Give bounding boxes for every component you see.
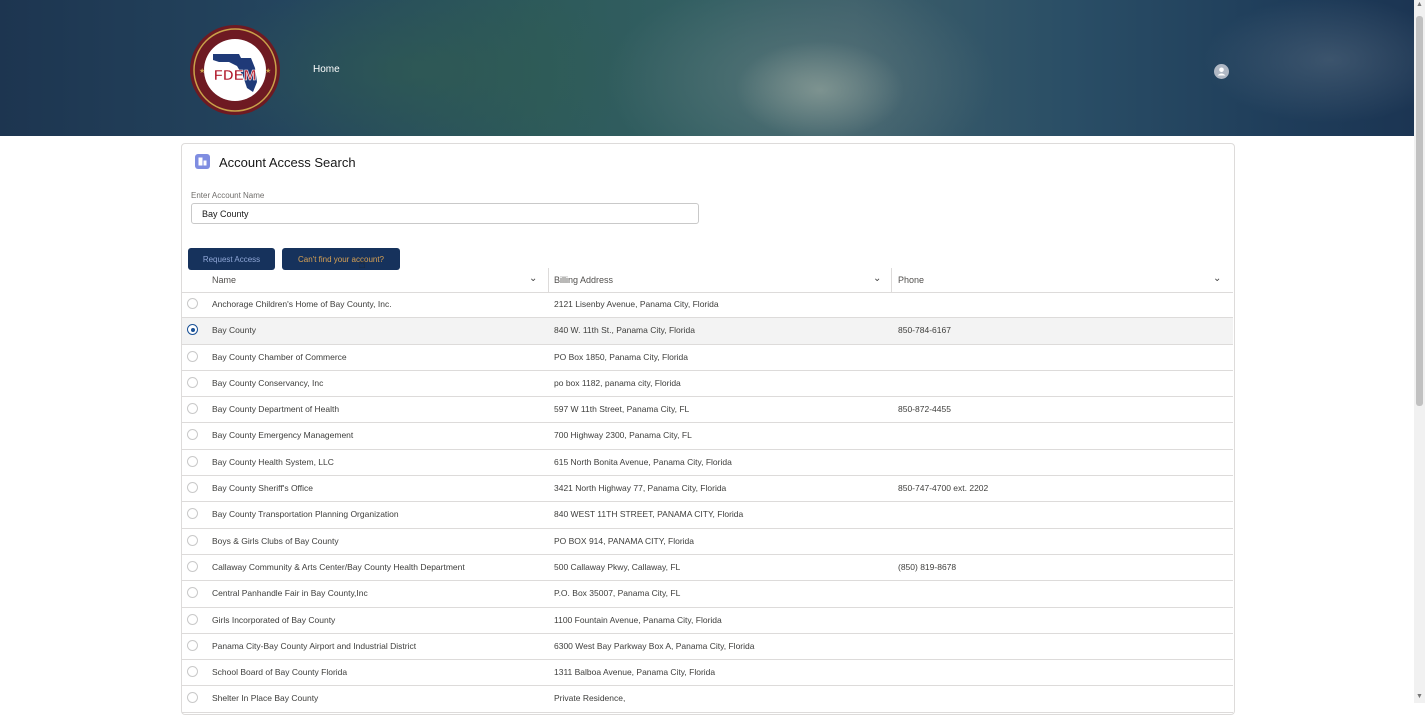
table-row[interactable]: Boys & Girls Clubs of Bay County PO BOX 9… — [182, 529, 1233, 555]
table-row[interactable]: Anchorage Children's Home of Bay County,… — [182, 292, 1233, 319]
account-name-cell: Bay County Emergency Management — [212, 430, 354, 441]
billing-address-cell: 840 W. 11th St., Panama City, Florida — [554, 325, 695, 336]
column-header-name[interactable]: Name — [212, 268, 236, 292]
account-name-cell: Bay County Conservancy, Inc — [212, 377, 324, 388]
scrollbar-thumb[interactable] — [1416, 16, 1423, 406]
row-select-radio[interactable] — [187, 560, 198, 572]
table-header: Name ⌄ Billing Address ⌄ Phone ⌄ — [182, 268, 1233, 293]
card-title: Account Access Search — [219, 155, 356, 170]
table-row[interactable]: Shelter In Place Bay County Private Resid… — [182, 686, 1233, 713]
chevron-down-icon[interactable]: ⌄ — [873, 273, 881, 284]
account-name-cell: Bay County Department of Health — [212, 404, 340, 415]
table-row[interactable]: Bay County 840 W. 11th St., Panama City, … — [182, 318, 1233, 345]
table-row[interactable]: Bay County Emergency Management 700 Highw… — [182, 423, 1233, 450]
row-select-radio[interactable] — [187, 324, 198, 336]
phone-cell: 850-872-4455 — [898, 404, 951, 415]
request-access-button[interactable]: Request Access — [188, 248, 275, 270]
table-row[interactable]: Callaway Community & Arts Center/Bay Cou… — [182, 555, 1233, 582]
account-access-icon — [195, 154, 210, 169]
svg-text:★: ★ — [265, 67, 271, 75]
account-name-cell: Boys & Girls Clubs of Bay County — [212, 535, 339, 546]
cant-find-account-button[interactable]: Can't find your account? — [282, 248, 400, 270]
table-row[interactable]: School Board of Bay County Florida 1311 B… — [182, 660, 1233, 687]
billing-address-cell: 500 Callaway Pkwy, Callaway, FL — [554, 561, 681, 572]
row-select-radio[interactable] — [187, 508, 198, 520]
fdem-logo[interactable]: FDEM ★ ★ — [189, 24, 281, 116]
account-name-cell: Panama City-Bay County Airport and Indus… — [212, 640, 417, 651]
row-select-radio[interactable] — [187, 639, 198, 651]
account-name-cell: Bay County Transportation Planning Organ… — [212, 509, 399, 520]
row-select-radio[interactable] — [187, 587, 198, 599]
scroll-down-arrow-icon[interactable]: ▼ — [1414, 692, 1425, 702]
account-name-cell: Bay County Health System, LLC — [212, 456, 334, 467]
table-row[interactable]: Bay County Chamber of Commerce PO Box 185… — [182, 345, 1233, 371]
row-select-radio[interactable] — [187, 482, 198, 494]
row-select-radio[interactable] — [187, 403, 198, 415]
table-row[interactable]: Bay County Conservancy, Inc po box 1182, … — [182, 371, 1233, 398]
row-select-radio[interactable] — [187, 455, 198, 467]
billing-address-cell: Private Residence, — [554, 693, 626, 704]
table-row[interactable]: Panama City-Bay County Airport and Indus… — [182, 634, 1233, 661]
results-table-body: Anchorage Children's Home of Bay County,… — [182, 292, 1233, 713]
user-avatar-icon[interactable] — [1214, 64, 1229, 79]
billing-address-cell: 6300 West Bay Parkway Box A, Panama City… — [554, 640, 755, 651]
billing-address-cell: PO Box 1850, Panama City, Florida — [554, 351, 689, 362]
scroll-up-arrow-icon[interactable]: ▲ — [1414, 0, 1425, 10]
column-header-phone[interactable]: Phone — [898, 268, 924, 292]
chevron-down-icon[interactable]: ⌄ — [1213, 273, 1221, 284]
phone-cell: 850-784-6167 — [898, 325, 951, 336]
account-name-cell: Anchorage Children's Home of Bay County,… — [212, 299, 392, 309]
account-name-cell: Bay County Chamber of Commerce — [212, 351, 347, 362]
account-name-label: Enter Account Name — [191, 191, 265, 200]
account-name-cell: Central Panhandle Fair in Bay County,Inc — [212, 588, 368, 599]
column-divider — [891, 268, 892, 292]
billing-address-cell: po box 1182, panama city, Florida — [554, 377, 681, 388]
billing-address-cell: 597 W 11th Street, Panama City, FL — [554, 404, 690, 415]
row-select-radio[interactable] — [187, 692, 198, 704]
table-row[interactable]: Bay County Transportation Planning Organ… — [182, 502, 1233, 529]
billing-address-cell: 840 WEST 11TH STREET, PANAMA CITY, Flori… — [554, 509, 744, 520]
table-row[interactable]: Bay County Health System, LLC 615 North B… — [182, 450, 1233, 477]
billing-address-cell: 1100 Fountain Avenue, Panama City, Flori… — [554, 614, 722, 625]
row-select-radio[interactable] — [187, 429, 198, 441]
chevron-down-icon[interactable]: ⌄ — [529, 273, 537, 284]
billing-address-cell: P.O. Box 35007, Panama City, FL — [554, 588, 681, 599]
row-select-radio[interactable] — [187, 298, 198, 309]
account-name-cell: Girls Incorporated of Bay County — [212, 614, 336, 625]
billing-address-cell: 1311 Balboa Avenue, Panama City, Florida — [554, 667, 716, 678]
table-row[interactable]: Bay County Department of Health 597 W 11t… — [182, 397, 1233, 424]
billing-address-cell: PO BOX 914, PANAMA CITY, Florida — [554, 535, 694, 546]
billing-address-cell: 615 North Bonita Avenue, Panama City, Fl… — [554, 456, 732, 467]
column-header-billing-address[interactable]: Billing Address — [554, 268, 613, 292]
row-select-radio[interactable] — [187, 613, 198, 625]
account-name-cell: Callaway Community & Arts Center/Bay Cou… — [212, 561, 465, 572]
nav-home-link[interactable]: Home — [313, 64, 340, 75]
account-name-cell: Bay County Sheriff's Office — [212, 483, 313, 494]
row-select-radio[interactable] — [187, 376, 198, 388]
row-select-radio[interactable] — [187, 666, 198, 678]
account-name-cell: School Board of Bay County Florida — [212, 667, 348, 678]
table-row[interactable]: Bay County Sheriff's Office 3421 North Hi… — [182, 476, 1233, 503]
phone-cell: 850-747-4700 ext. 2202 — [898, 483, 989, 494]
column-divider — [548, 268, 549, 292]
row-select-radio[interactable] — [187, 534, 198, 546]
account-name-input[interactable] — [191, 203, 699, 224]
vertical-scrollbar[interactable]: ▲ ▼ — [1414, 0, 1425, 703]
table-row[interactable]: Central Panhandle Fair in Bay County,Inc… — [182, 581, 1233, 608]
billing-address-cell: 2121 Lisenby Avenue, Panama City, Florid… — [554, 299, 719, 309]
account-name-cell: Bay County — [212, 325, 256, 336]
user-silhouette-icon — [1217, 67, 1226, 76]
svg-text:FDEM: FDEM — [214, 67, 257, 84]
billing-address-cell: 700 Highway 2300, Panama City, FL — [554, 430, 692, 441]
account-name-cell: Shelter In Place Bay County — [212, 693, 319, 704]
row-select-radio[interactable] — [187, 350, 198, 362]
table-row[interactable]: Girls Incorporated of Bay County 1100 Fou… — [182, 608, 1233, 634]
phone-cell: (850) 819-8678 — [898, 561, 957, 572]
billing-address-cell: 3421 North Highway 77, Panama City, Flor… — [554, 483, 727, 494]
header-banner: FDEM ★ ★ Home — [0, 0, 1425, 136]
svg-text:★: ★ — [199, 67, 205, 75]
